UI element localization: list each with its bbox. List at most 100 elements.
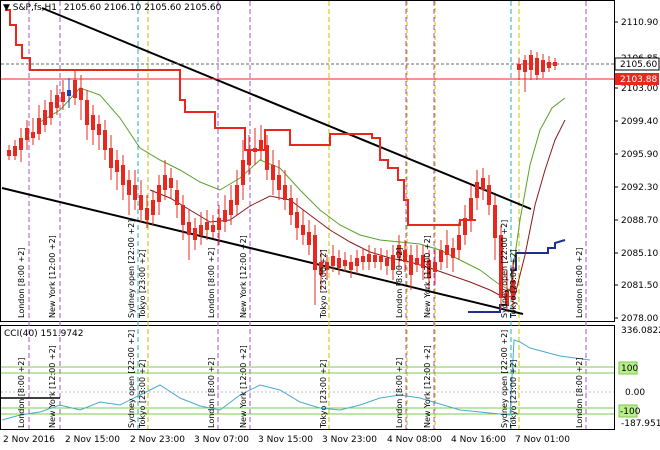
candle-body[interactable] [103,130,107,150]
candle-body[interactable] [355,258,359,266]
session-label-cci: New York [12:00 +2] [48,345,57,428]
candle-body[interactable] [73,80,77,98]
trading-chart[interactable]: ▼ S&P,fs,H1 2105.60 2106.10 2105.60 2105… [0,0,660,450]
candle-body[interactable] [517,64,521,70]
candle-body[interactable] [229,200,233,215]
candle-body[interactable] [43,110,47,125]
candle-body[interactable] [283,185,287,200]
candle-body[interactable] [331,256,335,266]
candle-body[interactable] [133,185,137,200]
candle-body[interactable] [433,262,437,272]
candle-body[interactable] [553,62,557,66]
candle-body[interactable] [343,260,347,266]
candle-body[interactable] [121,165,125,185]
price-axis[interactable]: 2110.90 2106.85 2103.00 2099.40 2095.90 … [614,18,660,324]
candle-body[interactable] [217,218,221,230]
time-axis[interactable]: 2 Nov 2016 2 Nov 15:00 2 Nov 23:00 3 Nov… [3,435,570,445]
price-tick: 2081.50 [621,281,658,291]
candle-body[interactable] [379,256,383,262]
price-tick: 2088.70 [621,216,658,226]
candle-body[interactable] [271,165,275,180]
candle-body[interactable] [79,88,83,100]
candle-body[interactable] [535,58,539,75]
candle-body[interactable] [31,132,35,138]
candle-body[interactable] [487,185,491,205]
time-tick: 3 Nov 23:00 [322,435,377,445]
candle-body[interactable] [373,255,377,262]
candle-body[interactable] [469,198,473,220]
candle-body[interactable] [13,146,17,156]
candle-body[interactable] [211,225,215,232]
candle-body[interactable] [307,232,311,245]
candle-body[interactable] [175,190,179,205]
candle-body[interactable] [67,90,71,96]
candle-body[interactable] [139,195,143,210]
candle-body[interactable] [181,205,185,225]
candle-body[interactable] [199,225,203,235]
candle-body[interactable] [187,222,191,235]
candle-body[interactable] [295,212,299,228]
candle-body[interactable] [55,95,59,108]
candle-body[interactable] [193,228,197,240]
candle-body[interactable] [235,185,239,205]
candle-body[interactable] [91,115,95,130]
candle-body[interactable] [247,150,251,165]
session-label: London [8:00 +2] [575,248,584,318]
candle-body[interactable] [109,148,113,168]
candle-body[interactable] [349,262,353,270]
candle-body[interactable] [337,258,341,268]
candle-body[interactable] [463,218,467,235]
candle-body[interactable] [97,124,101,135]
candle-body[interactable] [493,205,497,238]
candle-body[interactable] [85,100,89,125]
session-label-cci: Tokyo [23:00 +2] [138,359,147,429]
candle-body[interactable] [451,248,455,258]
candle-body[interactable] [301,225,305,235]
session-label: London [8:00 +2] [207,248,216,318]
candle-body[interactable] [409,255,413,275]
session-label: London [8:00 +2] [17,248,26,318]
candle-body[interactable] [445,245,449,255]
candle-body[interactable] [163,175,167,190]
candle-body[interactable] [481,178,485,190]
candle-body[interactable] [37,118,41,134]
candle-body[interactable] [361,256,365,262]
ask-price-text: 2103.88 [620,75,657,85]
session-label: New York [12:00 +2] [423,235,432,318]
candle-body[interactable] [25,128,29,140]
candle-body[interactable] [457,235,461,250]
current-price-text: 2105.60 [620,60,657,70]
candle-body[interactable] [145,208,149,220]
cci-level-top-text: 100 [621,364,638,374]
candle-body[interactable] [151,200,155,215]
cci-axis[interactable]: 336.0822 0.00 -187.9514 100 -100 [618,326,660,429]
candle-body[interactable] [253,148,257,152]
candle-body[interactable] [529,55,533,70]
candle-body[interactable] [289,198,293,215]
candle-body[interactable] [223,210,227,222]
candle-body[interactable] [61,92,65,102]
candle-body[interactable] [547,62,551,68]
candle-body[interactable] [115,160,119,172]
candle-body[interactable] [367,254,371,262]
candle-body[interactable] [7,150,11,156]
candle-body[interactable] [475,182,479,198]
candle-body[interactable] [259,140,263,150]
candle-body[interactable] [157,185,161,202]
candle-body[interactable] [127,180,131,195]
price-panel[interactable] [0,0,615,322]
candle-body[interactable] [19,138,23,150]
candle-body[interactable] [49,102,53,118]
candle-body[interactable] [205,222,209,230]
candle-body[interactable] [169,178,173,188]
candle-body[interactable] [415,258,419,265]
candle-body[interactable] [541,60,545,72]
candle-body[interactable] [277,175,281,190]
candle-body[interactable] [439,250,443,262]
candle-body[interactable] [313,235,317,270]
candle-body[interactable] [523,60,527,72]
session-label: Tokyo [23:00 +2] [509,249,518,319]
candle-body[interactable] [241,160,245,185]
candle-body[interactable] [385,258,389,266]
candle-body[interactable] [265,145,269,170]
